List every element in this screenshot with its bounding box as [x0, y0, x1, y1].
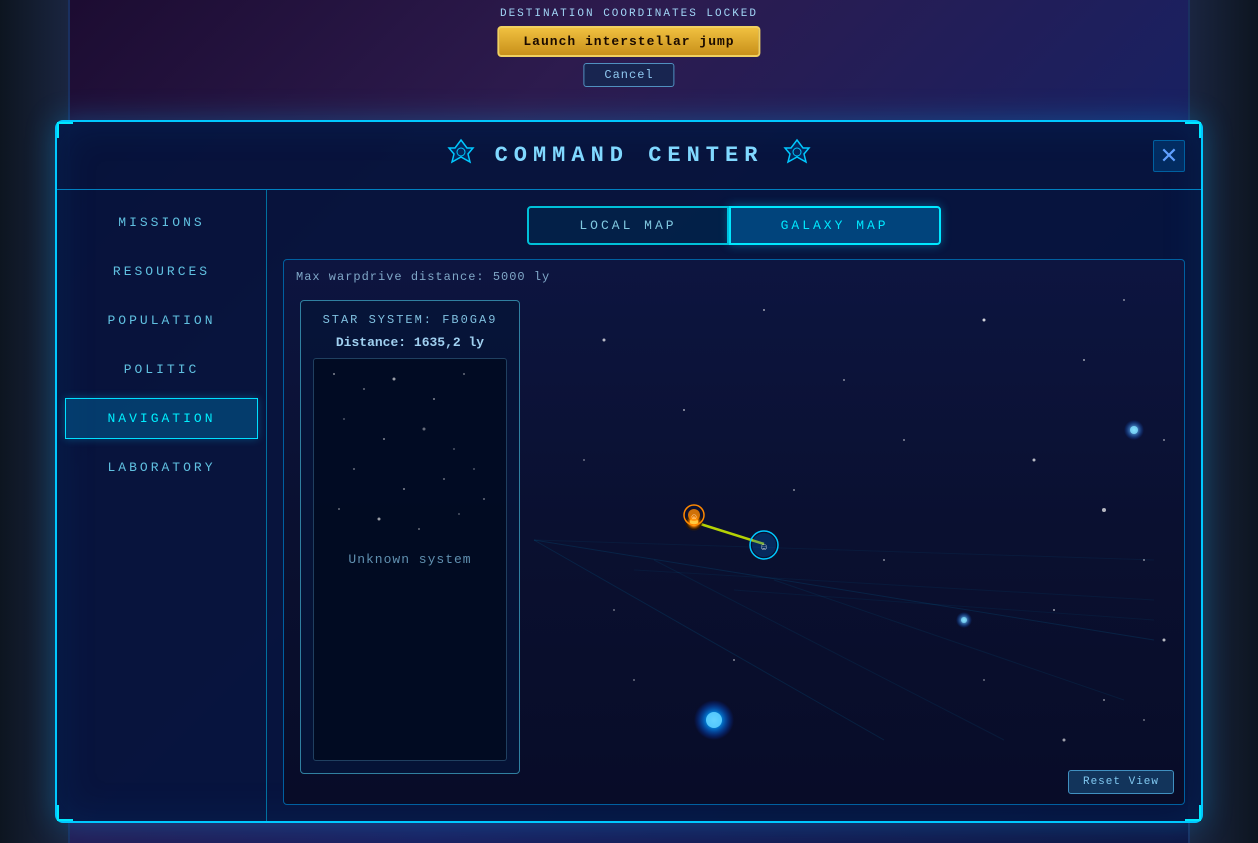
- sidebar-item-navigation[interactable]: NAVIGATION: [65, 398, 258, 439]
- sidebar-item-resources[interactable]: RESOURCES: [65, 251, 258, 292]
- sidebar-item-politic[interactable]: POLITIC: [65, 349, 258, 390]
- sidebar: MISSIONS RESOURCES POPULATION POLITIC NA…: [57, 190, 267, 821]
- map-info-bar: Max warpdrive distance: 5000 ly: [296, 270, 550, 284]
- emblem-right: [783, 138, 811, 173]
- reset-view-button[interactable]: Reset View: [1068, 770, 1174, 794]
- close-button[interactable]: ✕: [1153, 140, 1185, 172]
- emblem-left: [447, 138, 475, 173]
- launch-jump-button[interactable]: Launch interstellar jump: [497, 26, 760, 57]
- svg-text:☺: ☺: [761, 543, 768, 554]
- system-card-preview: Unknown system: [313, 358, 507, 761]
- sidebar-item-missions[interactable]: MISSIONS: [65, 202, 258, 243]
- tab-bar: LOCAL MAP GALAXY MAP: [283, 206, 1185, 245]
- tab-local-map[interactable]: LOCAL MAP: [527, 206, 728, 245]
- panel-title: COMMAND CENTER: [495, 143, 764, 168]
- tab-galaxy-map[interactable]: GALAXY MAP: [729, 206, 941, 245]
- main-content: LOCAL MAP GALAXY MAP Max warpdrive dista…: [267, 190, 1201, 821]
- system-card-title: STAR SYSTEM: FB0GA9: [313, 313, 507, 327]
- system-card: STAR SYSTEM: FB0GA9 Distance: 1635,2 ly: [300, 300, 520, 774]
- panel-body: MISSIONS RESOURCES POPULATION POLITIC NA…: [57, 190, 1201, 821]
- sidebar-item-population[interactable]: POPULATION: [65, 300, 258, 341]
- sidebar-item-laboratory[interactable]: LABORATORY: [65, 447, 258, 488]
- destination-locked-text: DESTINATION COORDINATES LOCKED: [500, 8, 758, 20]
- command-panel: COMMAND CENTER ✕ MISSIONS RESOURCES POPU…: [55, 120, 1203, 823]
- map-container[interactable]: Max warpdrive distance: 5000 ly: [283, 259, 1185, 805]
- cancel-button[interactable]: Cancel: [583, 63, 674, 87]
- top-notification: DESTINATION COORDINATES LOCKED Launch in…: [497, 0, 760, 87]
- system-card-distance: Distance: 1635,2 ly: [313, 335, 507, 350]
- unknown-system-label: Unknown system: [348, 552, 471, 567]
- svg-text:☺: ☺: [692, 513, 697, 522]
- panel-header: COMMAND CENTER ✕: [57, 122, 1201, 190]
